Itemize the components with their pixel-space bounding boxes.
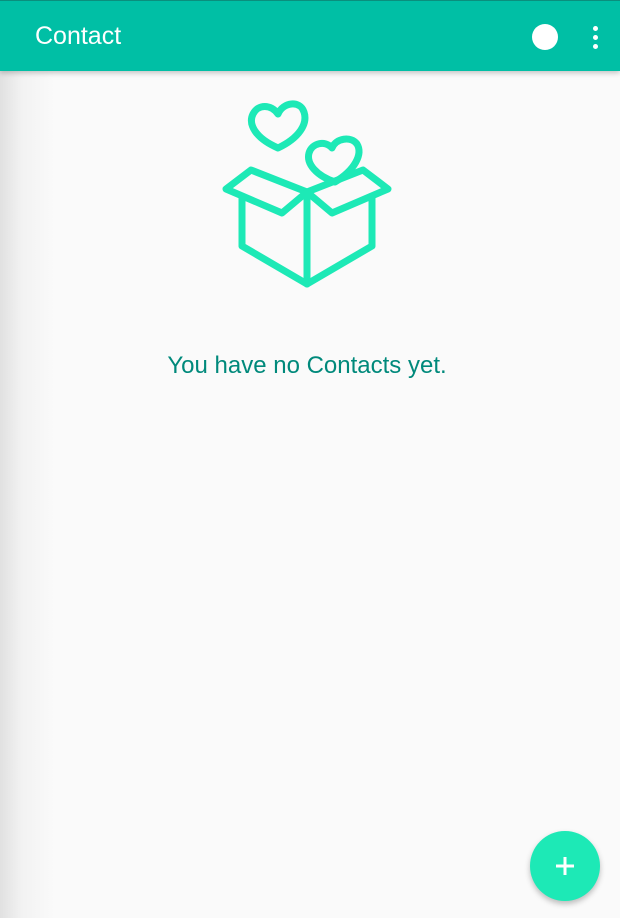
page-title: Contact (35, 22, 122, 50)
more-vert-icon (592, 25, 598, 31)
status-circle-icon[interactable] (532, 24, 558, 50)
plus-icon (556, 857, 574, 875)
contact-screen: Contact You have no Contacts yet. (0, 0, 620, 918)
overflow-menu-button[interactable] (580, 21, 610, 53)
add-contact-button[interactable] (530, 831, 600, 901)
drawer-edge-shadow (0, 71, 55, 918)
gift-box-hearts-icon (215, 96, 400, 296)
empty-state-message: You have no Contacts yet. (167, 352, 447, 379)
app-bar: Contact (0, 0, 620, 71)
